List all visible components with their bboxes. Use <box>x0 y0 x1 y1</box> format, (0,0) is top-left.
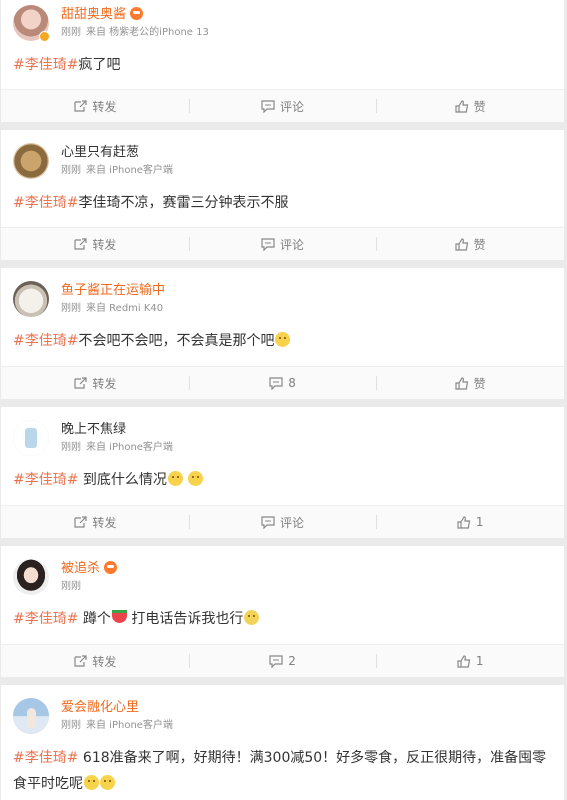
post-time[interactable]: 刚刚 <box>61 303 81 314</box>
comment-icon <box>261 99 275 113</box>
action-bar: 转发 评论 1 <box>1 505 564 538</box>
post-meta: 刚刚 <box>61 581 81 593</box>
thumbs-up-icon <box>455 376 468 390</box>
username[interactable]: 甜甜奥奥酱 <box>61 7 144 23</box>
post-meta: 刚刚 来自 iPhone客户端 <box>61 442 173 454</box>
comment-button[interactable]: 评论 <box>188 90 377 122</box>
comment-button[interactable]: 8 <box>188 367 377 399</box>
forward-icon <box>74 99 87 112</box>
post-header: 爱会融化心里 刚刚 来自 iPhone客户端 <box>13 698 553 738</box>
comment-icon <box>269 654 283 668</box>
avatar[interactable] <box>13 143 49 179</box>
like-button[interactable]: 赞 <box>376 367 564 399</box>
post-source: 来自 iPhone客户端 <box>86 442 173 453</box>
post-card: 鱼子酱正在运输中 刚刚 来自 Redmi K40 #李佳琦#不会吧不会吧，不会真是… <box>1 268 564 399</box>
emoji-icon <box>100 775 115 790</box>
post-text: #李佳琦#疯了吧 <box>13 57 121 73</box>
post-text: #李佳琦# 618准备来了啊，好期待！满300减50！好多零食，反正很期待，准备… <box>13 750 547 792</box>
emoji-icon <box>244 610 260 625</box>
forward-button[interactable]: 转发 <box>1 228 189 260</box>
comment-icon <box>269 376 283 390</box>
action-bar: 转发 评论 赞 <box>1 89 564 122</box>
like-button[interactable]: 赞 <box>376 228 564 260</box>
forward-icon <box>74 376 87 389</box>
post-meta: 刚刚 来自 Redmi K40 <box>61 303 163 315</box>
post-source: 来自 杨紫老公的iPhone 13 <box>86 27 209 38</box>
thumbs-up-icon <box>457 654 471 668</box>
post-text: #李佳琦# 到底什么情况 <box>13 467 553 493</box>
comment-icon <box>261 237 275 251</box>
username[interactable]: 鱼子酱正在运输中 <box>61 283 165 299</box>
thumbs-up-icon <box>455 237 468 251</box>
post-card: 甜甜奥奥酱 刚刚 来自 杨紫老公的iPhone 13 #李佳琦#疯了吧 转发 评论… <box>1 0 564 122</box>
topic-link[interactable]: #李佳琦# <box>13 611 78 627</box>
post-meta: 刚刚 来自 iPhone客户端 <box>61 720 173 732</box>
post-card: 被追杀 刚刚 #李佳琦# 蹲个 打电话告诉我也行 转发 2 1 <box>1 546 564 677</box>
watermelon-emoji-icon <box>111 610 127 623</box>
topic-link[interactable]: #李佳琦# <box>13 195 78 211</box>
post-text: #李佳琦#不会吧不会吧，不会真是那个吧 <box>13 328 553 354</box>
action-bar: 转发 评论 赞 <box>1 227 564 260</box>
topic-link[interactable]: #李佳琦# <box>13 750 78 766</box>
action-bar: 转发 8 赞 <box>1 366 564 399</box>
forward-button[interactable]: 转发 <box>1 645 189 677</box>
forward-button[interactable]: 转发 <box>1 90 189 122</box>
comment-button[interactable]: 2 <box>188 645 377 677</box>
post-header: 被追杀 刚刚 <box>13 559 553 599</box>
username[interactable]: 晚上不焦绿 <box>61 422 126 438</box>
post-header: 心里只有赶葱 刚刚 来自 iPhone客户端 <box>13 143 553 183</box>
post-header: 鱼子酱正在运输中 刚刚 来自 Redmi K40 <box>13 281 553 321</box>
vip-member-icon <box>130 7 144 20</box>
post-card: 心里只有赶葱 刚刚 来自 iPhone客户端 #李佳琦#李佳琦不凉，赛雷三分钟表示… <box>1 130 564 260</box>
thumbs-up-icon <box>457 515 471 529</box>
post-source: 来自 iPhone客户端 <box>86 720 173 731</box>
action-bar: 转发 2 1 <box>1 644 564 677</box>
comment-icon <box>261 515 275 529</box>
avatar[interactable] <box>13 559 49 595</box>
post-meta: 刚刚 来自 杨紫老公的iPhone 13 <box>61 27 209 39</box>
post-text: #李佳琦# 蹲个 打电话告诉我也行 <box>13 606 553 632</box>
avatar[interactable] <box>13 420 49 456</box>
topic-link[interactable]: #李佳琦# <box>13 333 78 349</box>
like-button[interactable]: 1 <box>376 506 564 538</box>
post-card: 爱会融化心里 刚刚 来自 iPhone客户端 #李佳琦# 618准备来了啊，好期待… <box>1 685 564 800</box>
emoji-icon <box>275 332 291 347</box>
username[interactable]: 心里只有赶葱 <box>61 145 139 161</box>
avatar[interactable] <box>13 281 49 317</box>
post-meta: 刚刚 来自 iPhone客户端 <box>61 165 173 177</box>
forward-button[interactable]: 转发 <box>1 506 189 538</box>
like-button[interactable]: 1 <box>376 645 564 677</box>
post-time[interactable]: 刚刚 <box>61 165 81 176</box>
post-time[interactable]: 刚刚 <box>61 581 81 592</box>
post-time[interactable]: 刚刚 <box>61 720 81 731</box>
post-text: #李佳琦#李佳琦不凉，赛雷三分钟表示不服 <box>13 195 289 211</box>
forward-icon <box>74 237 87 250</box>
verified-badge-icon <box>39 31 50 42</box>
avatar[interactable] <box>13 698 49 734</box>
comment-button[interactable]: 评论 <box>188 228 377 260</box>
emoji-icon <box>188 471 204 486</box>
username[interactable]: 被追杀 <box>61 561 118 577</box>
post-time[interactable]: 刚刚 <box>61 442 81 453</box>
like-button[interactable]: 赞 <box>376 90 564 122</box>
vip-member-icon <box>104 561 118 574</box>
forward-icon <box>74 654 87 667</box>
post-time[interactable]: 刚刚 <box>61 27 81 38</box>
post-header: 晚上不焦绿 刚刚 来自 iPhone客户端 <box>13 420 553 460</box>
post-header: 甜甜奥奥酱 刚刚 来自 杨紫老公的iPhone 13 <box>13 5 553 45</box>
comment-button[interactable]: 评论 <box>188 506 377 538</box>
emoji-icon <box>84 775 99 790</box>
thumbs-up-icon <box>455 99 468 113</box>
post-source: 来自 Redmi K40 <box>86 303 164 314</box>
post-card: 晚上不焦绿 刚刚 来自 iPhone客户端 #李佳琦# 到底什么情况 转发 评论 … <box>1 407 564 538</box>
forward-button[interactable]: 转发 <box>1 367 189 399</box>
username[interactable]: 爱会融化心里 <box>61 700 139 716</box>
emoji-icon <box>167 471 183 486</box>
post-source: 来自 iPhone客户端 <box>86 165 173 176</box>
topic-link[interactable]: #李佳琦# <box>13 57 78 73</box>
forward-icon <box>74 515 87 528</box>
topic-link[interactable]: #李佳琦# <box>13 472 78 488</box>
